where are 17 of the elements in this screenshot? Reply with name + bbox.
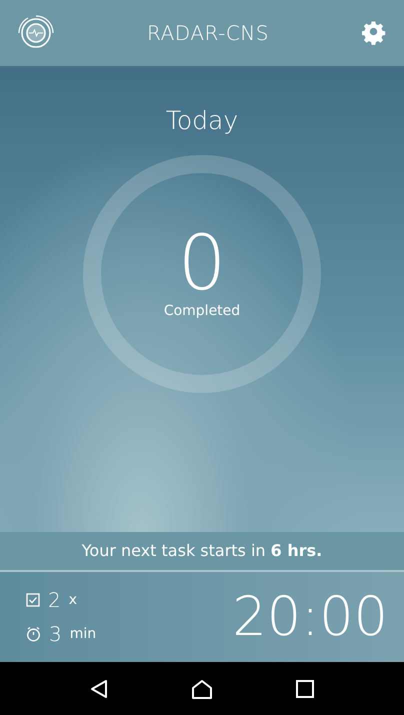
unit-label: x [68, 590, 78, 610]
next-task-message: Your next task starts in 6 hrs. [82, 540, 322, 562]
home-icon[interactable] [190, 678, 213, 698]
task-duration: 3 [49, 621, 62, 648]
completed-label: Completed [164, 302, 240, 321]
task-time: 20:00 [232, 590, 388, 644]
back-icon[interactable] [90, 678, 108, 698]
app-title: RADAR-CNS [147, 20, 269, 47]
completed-count: 0 [178, 225, 226, 301]
recents-icon[interactable] [296, 680, 314, 698]
checkbox-icon [26, 593, 40, 607]
task-count: 2 [48, 587, 61, 614]
settings-icon[interactable] [362, 21, 386, 45]
stopwatch-icon [26, 626, 41, 642]
section-title: Today [166, 105, 238, 137]
logo-icon [18, 15, 54, 51]
unit-label: min [70, 624, 96, 644]
